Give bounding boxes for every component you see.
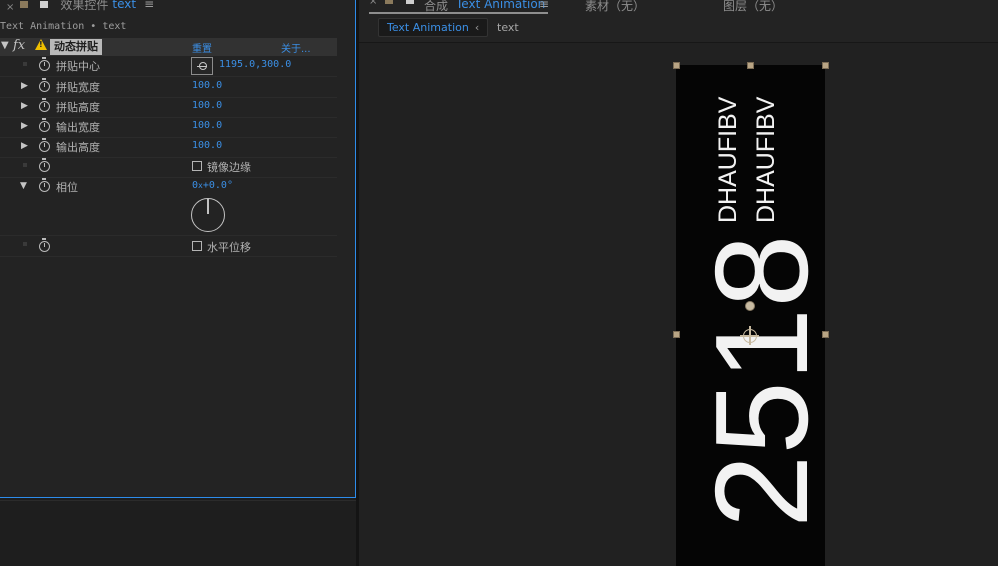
property-row-tile-width: ▶ 拼贴宽度 100.0	[0, 78, 337, 98]
collapse-triangle-icon[interactable]: ▼	[20, 181, 27, 191]
property-value[interactable]: 100.0	[192, 120, 222, 131]
effect-name[interactable]: 动态拼贴	[50, 39, 102, 55]
lock-icon[interactable]	[406, 0, 414, 4]
reset-button[interactable]: 重置	[192, 40, 212, 55]
fx-icon[interactable]: fx	[13, 38, 25, 53]
menu-icon[interactable]: ≡	[539, 0, 549, 11]
lower-left-panel	[0, 500, 356, 566]
canvas-text-line2: DHAUFIBV	[752, 96, 780, 223]
property-row-horizontal-shift: 水平位移	[0, 237, 337, 257]
tab-layer[interactable]: 图层（无）	[723, 0, 783, 14]
expand-triangle-icon[interactable]: ▶	[21, 101, 28, 111]
active-tab-underline	[369, 12, 548, 14]
stopwatch-icon[interactable]	[39, 78, 50, 92]
spacer-dot	[23, 163, 27, 167]
chevron-left-icon: ‹	[474, 21, 480, 34]
composition-panel: × 合成 Text Animation ≡ 素材（无） 图层（无） Text A…	[359, 0, 998, 566]
canvas-text-line1: DHAUFIBV	[714, 96, 742, 223]
property-value[interactable]: 100.0	[192, 140, 222, 151]
close-icon[interactable]: ×	[6, 2, 14, 13]
effect-controls-subtitle: Text Animation • text	[0, 21, 127, 32]
property-row-mirror-edges: 镜像边缘	[0, 158, 337, 178]
transform-handle-top-center[interactable]	[747, 62, 754, 69]
anchor-point-icon[interactable]	[740, 326, 759, 345]
effect-header-row[interactable]: ▼ fx 动态拼贴 重置 关于...	[0, 38, 337, 56]
property-label: 相位	[56, 181, 78, 194]
property-row-tile-height: ▶ 拼贴高度 100.0	[0, 98, 337, 118]
breadcrumb-next[interactable]: text	[497, 21, 519, 34]
lock-icon[interactable]	[20, 0, 29, 8]
transform-handle-top-left[interactable]	[673, 62, 680, 69]
composition-tab-row: × 合成 Text Animation ≡ 素材（无） 图层（无）	[359, 0, 998, 14]
expand-triangle-icon[interactable]: ▶	[21, 81, 28, 91]
expand-triangle-icon[interactable]: ▶	[21, 121, 28, 131]
menu-icon[interactable]: ≡	[144, 0, 154, 11]
property-row-tile-center: 拼贴中心 1195.0,300.0	[0, 57, 337, 77]
checkbox-label: 水平位移	[207, 241, 251, 254]
effect-controls-tab-layer: text	[112, 0, 137, 11]
composition-tab-name[interactable]: Text Animation	[456, 0, 545, 11]
property-label: 输出宽度	[56, 121, 100, 134]
tab-footage[interactable]: 素材（无）	[585, 0, 645, 14]
canvas-big-number: 2518	[688, 234, 835, 528]
disclosure-triangle-icon[interactable]: ▼	[1, 40, 9, 51]
composition-viewer[interactable]: DHAUFIBV DHAUFIBV 2518	[359, 42, 998, 566]
stopwatch-icon[interactable]	[39, 138, 50, 152]
warning-icon	[35, 39, 47, 50]
property-value[interactable]: 100.0	[192, 100, 222, 111]
property-row-output-width: ▶ 输出宽度 100.0	[0, 118, 337, 138]
property-row-output-height: ▶ 输出高度 100.0	[0, 138, 337, 158]
stopwatch-icon[interactable]	[39, 98, 50, 112]
stopwatch-icon[interactable]	[39, 57, 50, 71]
breadcrumb-active[interactable]: Text Animation ‹	[378, 18, 489, 37]
effect-controls-tab[interactable]: × 效果控件 text ≡	[0, 0, 355, 14]
horizontal-shift-checkbox[interactable]	[192, 241, 202, 251]
close-icon[interactable]: ×	[369, 0, 377, 7]
spacer-dot	[23, 242, 27, 246]
stopwatch-icon[interactable]	[39, 118, 50, 132]
property-row-phase: ▼ 相位 0x+0.0°	[0, 178, 337, 236]
breadcrumb-label: Text Animation	[387, 21, 469, 34]
property-label: 拼贴高度	[56, 101, 100, 114]
position-indicator-icon[interactable]	[745, 301, 755, 311]
stopwatch-icon[interactable]	[39, 238, 50, 252]
phase-degrees: +0.0°	[202, 180, 233, 191]
property-label: 拼贴宽度	[56, 81, 100, 94]
stopwatch-icon[interactable]	[39, 158, 50, 172]
spacer-dot	[23, 62, 27, 66]
phase-value[interactable]: 0x+0.0°	[192, 180, 233, 191]
property-label: 拼贴中心	[56, 60, 100, 73]
transform-handle-top-right[interactable]	[822, 62, 829, 69]
property-value[interactable]: 100.0	[192, 80, 222, 91]
transform-handle-middle-right[interactable]	[822, 331, 829, 338]
point-control-icon[interactable]	[191, 57, 213, 75]
effect-controls-tab-title: 效果控件	[60, 0, 109, 12]
lock-icon[interactable]	[385, 0, 393, 4]
checkbox-label: 镜像边缘	[207, 161, 251, 174]
mirror-edges-checkbox[interactable]	[192, 161, 202, 171]
text-layer-bounds[interactable]: DHAUFIBV DHAUFIBV 2518	[676, 65, 835, 566]
about-button[interactable]: 关于...	[281, 40, 311, 55]
stopwatch-icon[interactable]	[39, 178, 50, 192]
angle-dial-icon[interactable]	[191, 198, 225, 232]
effect-controls-panel: × 效果控件 text ≡ Text Animation • text ▼ fx…	[0, 0, 356, 498]
property-value[interactable]: 1195.0,300.0	[219, 59, 291, 70]
expand-triangle-icon[interactable]: ▶	[21, 141, 28, 151]
transform-handle-middle-left[interactable]	[673, 331, 680, 338]
property-label: 输出高度	[56, 141, 100, 154]
lock-icon[interactable]	[40, 0, 49, 8]
